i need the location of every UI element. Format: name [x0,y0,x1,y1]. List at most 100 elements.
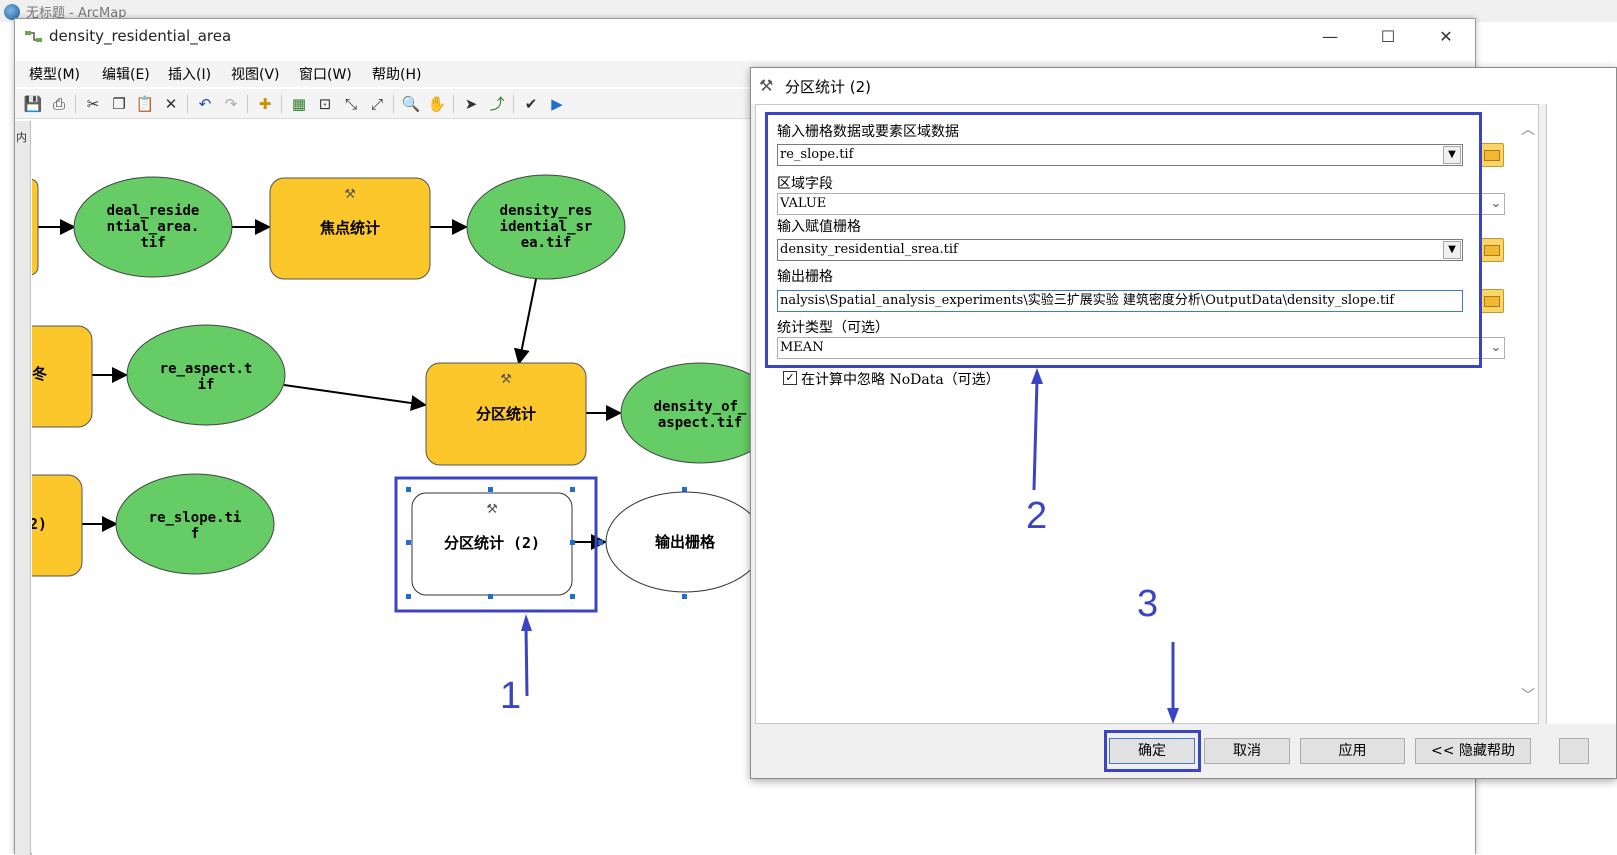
toolbar-separator [393,95,394,113]
connector [283,384,427,411]
toolbar-separator [453,95,454,113]
node-label-line: density_of_ [654,399,747,415]
side-tab[interactable]: 内 [16,129,27,145]
node-label-line: aspect.tif [658,415,742,431]
ignore-nodata-label: 在计算中忽略 NoData（可选） [801,372,1000,388]
full-extent-icon[interactable]: ⊡ [315,94,335,114]
paste-icon[interactable]: 📋 [135,94,155,114]
node-label-line: deal_reside [107,203,200,219]
connector [513,278,537,365]
node-label: 分区统计 (2) [444,534,540,552]
auto-layout-icon[interactable]: ▦ [289,94,309,114]
tool-node-cut-3[interactable]: 2) [32,474,83,577]
annotation-arrow-2 [1032,379,1039,491]
pan-hand-icon[interactable]: ✋ [427,94,447,114]
node-label-line: if [198,377,215,393]
left-side-strip: 内 [15,121,31,855]
modelbuilder-titlebar: density_residential_area — ☐ ✕ [15,19,1475,55]
chevron-down-icon[interactable]: ⌄ [1487,194,1505,214]
scroll-down-icon[interactable]: ﹀ [1518,685,1538,705]
ignore-nodata-checkbox[interactable]: ✓ [783,371,797,385]
cut-icon[interactable]: ✂ [83,94,103,114]
data-node-re-aspect[interactable]: re_aspect.t if [126,324,286,426]
hammer-icon: ⚒ [501,367,512,388]
vertical-scrollbar[interactable]: ︿ ﹀ [1518,105,1538,723]
menu-window[interactable]: 窗口(W) [299,64,352,84]
print-icon[interactable]: ⎙ [49,94,69,114]
data-node-density-residential[interactable]: density_res idential_sr ea.tif [466,174,626,280]
node-label: 冬 [32,365,47,383]
zoom-in-icon[interactable]: 🔍 [401,94,421,114]
select-pointer-icon[interactable]: ➤ [461,94,481,114]
node-label-line: ea.tif [521,235,572,251]
node-label-line: idential_sr [500,219,593,235]
add-data-icon[interactable]: ✚ [255,94,275,114]
help-panel [1546,104,1616,724]
validate-check-icon[interactable]: ✔ [521,94,541,114]
connect-icon[interactable]: ⤴ [487,94,507,114]
node-label: 输出栅格 [655,533,716,551]
menu-insert[interactable]: 插入(I) [168,64,211,84]
node-label: 焦点统计 [319,219,380,237]
node-label-line: tif [140,235,165,251]
hammer-icon: ⚒ [345,182,356,203]
tool-node-focal-statistics[interactable]: ⚒ 焦点统计 [269,177,431,280]
fixed-zoom-out-icon[interactable]: ⤢ [367,94,387,114]
cancel-button[interactable]: 取消 [1204,738,1290,764]
minimize-button[interactable]: — [1307,23,1353,51]
chevron-down-icon[interactable]: ⌄ [1487,338,1505,358]
annotation-number-3: 3 [1137,583,1159,625]
annotation-number-1: 1 [500,675,522,717]
browse-folder-icon[interactable] [1480,289,1504,313]
menu-help[interactable]: 帮助(H) [372,64,421,84]
annotation-arrows [1031,368,1179,724]
browse-folder-icon[interactable] [1480,238,1504,262]
node-label: 分区统计 [476,405,536,423]
node-label-line: density_res [500,203,593,219]
data-node-output-raster[interactable]: 输出栅格 [605,491,765,593]
toolbar-separator [281,95,282,113]
data-node-re-slope[interactable]: re_slope.ti f [115,473,275,575]
fixed-zoom-in-icon[interactable]: ⤡ [341,94,361,114]
browse-folder-icon[interactable] [1480,143,1504,167]
dialog-title: 分区统计 (2) [785,78,872,96]
maximize-button[interactable]: ☐ [1365,23,1411,51]
annotation-arrow-1 [524,625,529,697]
menu-edit[interactable]: 编辑(E) [102,64,150,84]
toolbar-separator [187,95,188,113]
toolbar-separator [75,95,76,113]
hide-help-button[interactable]: << 隐藏帮助 [1415,738,1531,764]
data-node-deal-residential[interactable]: deal_reside ntial_area. tif [73,176,233,278]
run-icon[interactable]: ▶ [547,94,567,114]
node-label-line: re_aspect.t [160,361,253,377]
redo-icon[interactable]: ↷ [221,94,241,114]
annotation-box-2 [765,112,1482,368]
modelbuilder-title: density_residential_area [49,27,232,45]
node-label: 2) [32,515,47,533]
menu-view[interactable]: 视图(V) [231,64,280,84]
hammer-icon: ⚒ [487,497,498,518]
node-label-line: ntial_area. [107,219,200,235]
dialog-titlebar: ⚒ 分区统计 (2) [751,68,1616,104]
tool-node-cut[interactable] [32,178,39,276]
close-button[interactable]: ✕ [1423,23,1469,51]
copy-icon[interactable]: ❐ [109,94,129,114]
tool-node-cut-2[interactable]: 冬 [32,325,93,428]
hammer-icon: ⚒ [759,76,774,95]
node-label-line: re_slope.ti [149,510,242,526]
tool-node-zonal-statistics-2[interactable]: ⚒ 分区统计 (2) [411,492,573,596]
undo-icon[interactable]: ↶ [195,94,215,114]
node-label-line: f [191,526,199,542]
scroll-up-icon[interactable]: ︿ [1518,119,1538,139]
model-icon [25,31,42,42]
toolbar-separator [247,95,248,113]
delete-icon[interactable]: ✕ [161,94,181,114]
annotation-number-2: 2 [1026,495,1048,537]
save-icon[interactable]: 💾 [23,94,43,114]
toolbar-separator [513,95,514,113]
menu-model[interactable]: 模型(M) [29,64,80,84]
apply-button[interactable]: 应用 [1300,738,1405,764]
annotation-arrowhead-3 [1167,708,1179,724]
partial-button[interactable] [1559,738,1589,764]
tool-node-zonal-statistics[interactable]: ⚒ 分区统计 [425,362,587,466]
